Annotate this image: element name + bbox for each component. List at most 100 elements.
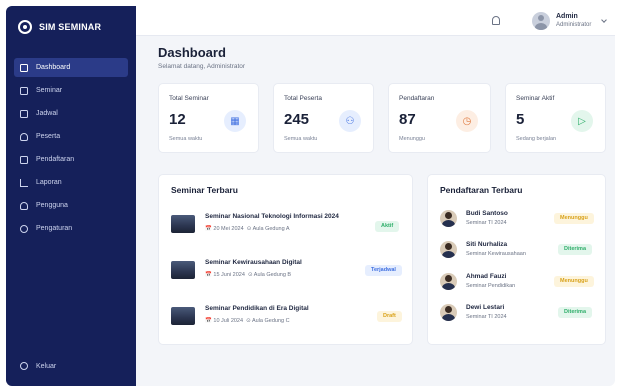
calendar-icon: ▦ [224,110,246,132]
page-title: Dashboard [158,45,226,60]
sidebar-item-label: Jadwal [36,110,58,117]
list-item[interactable]: Seminar Kewirausahaan Digital 📅 15 Juni … [171,259,403,289]
logout-icon [20,362,28,370]
sidebar-item-label: Dashboard [36,64,71,71]
seminar-thumbnail [171,215,195,233]
people-icon [20,132,28,141]
avatar [440,273,457,290]
registrant-seminar: Seminar Kewirausahaan [466,251,526,257]
stat-label: Total Seminar [169,95,209,102]
registrant-name: Siti Nurhaliza [466,241,508,248]
clipboard-icon [20,155,28,164]
status-badge: Diterima [558,244,593,255]
seminar-title: Seminar Pendidikan di Era Digital [205,305,309,312]
bell-icon[interactable] [492,16,500,25]
recent-registrations-panel: Pendaftaran Terbaru Budi Santoso Seminar… [427,174,606,345]
stat-value: 5 [516,111,525,128]
sidebar: SIM SEMINAR Dashboard Seminar Jadwal Pes… [6,6,136,386]
panel-title: Seminar Terbaru [171,185,238,195]
seminar-thumbnail [171,261,195,279]
list-item[interactable]: Budi Santoso Seminar TI 2024 Menunggu [440,210,600,236]
sidebar-item-pengaturan[interactable]: Pengaturan [14,219,128,238]
avatar [440,241,457,258]
stat-label: Pendaftaran [399,95,435,102]
grid-icon [20,63,28,72]
seminar-meta: 📅 10 Juli 2024 ⊙ Aula Gedung C [205,318,290,324]
stat-value: 12 [169,111,186,128]
registrant-name: Ahmad Fauzi [466,273,507,280]
registrant-name: Dewi Lestari [466,304,505,311]
seminar-meta: 📅 20 Mei 2024 ⊙ Aula Gedung A [205,226,290,232]
status-badge: Menunggu [554,276,594,287]
recent-seminars-panel: Seminar Terbaru Seminar Nasional Teknolo… [158,174,413,345]
gear-icon [20,224,28,233]
stat-note: Menunggu [399,136,425,142]
status-badge: Terjadwal [365,265,402,276]
list-item[interactable]: Seminar Pendidikan di Era Digital 📅 10 J… [171,305,403,335]
play-icon: ▷ [571,110,593,132]
sidebar-item-pengguna[interactable]: Pengguna [14,196,128,215]
brand[interactable]: SIM SEMINAR [18,20,101,34]
stat-note: Semua waktu [284,136,318,142]
registrant-name: Budi Santoso [466,210,508,217]
status-badge: Draft [377,311,402,322]
sidebar-item-laporan[interactable]: Laporan [14,173,128,192]
sidebar-item-label: Pendaftaran [36,156,75,163]
page-subtitle: Selamat datang, Administrator [158,63,246,70]
logo-icon [18,20,32,34]
avatar[interactable] [532,12,550,30]
stat-card-pendaftaran: Pendaftaran 87 Menunggu ◷ [388,83,491,153]
clock-icon: ◷ [456,110,478,132]
stat-note: Sedang berjalan [516,136,557,142]
status-badge: Diterima [558,307,593,318]
sidebar-item-pendaftaran[interactable]: Pendaftaran [14,150,128,169]
chevron-down-icon[interactable] [601,17,607,23]
seminar-meta: 📅 15 Juni 2024 ⊙ Aula Gedung B [205,272,292,278]
stat-card-total-seminar: Total Seminar 12 Semua waktu ▦ [158,83,259,153]
sidebar-item-jadwal[interactable]: Jadwal [14,104,128,123]
stat-card-total-peserta: Total Peserta 245 Semua waktu ⚇ [273,83,374,153]
sidebar-item-label: Peserta [36,133,61,140]
list-item[interactable]: Dewi Lestari Seminar TI 2024 Diterima [440,304,600,330]
clock-icon [20,109,28,118]
topbar: Admin Administrator [136,6,615,36]
people-icon: ⚇ [339,110,361,132]
user-menu[interactable]: Admin Administrator [556,13,591,28]
status-badge: Menunggu [554,213,594,224]
list-item[interactable]: Siti Nurhaliza Seminar Kewirausahaan Dit… [440,241,600,267]
registrant-seminar: Seminar TI 2024 [466,220,507,226]
sidebar-item-label: Pengguna [36,202,68,209]
user-name: Admin [556,13,578,20]
stat-card-seminar-aktif: Seminar Aktif 5 Sedang berjalan ▷ [505,83,606,153]
stat-label: Seminar Aktif [516,95,555,102]
logout-label: Keluar [36,362,57,370]
seminar-title: Seminar Kewirausahaan Digital [205,259,302,266]
avatar [440,210,457,227]
calendar-icon [20,86,28,95]
sidebar-item-dashboard[interactable]: Dashboard [14,58,128,77]
seminar-title: Seminar Nasional Teknologi Informasi 202… [205,213,339,220]
user-role: Administrator [556,22,592,28]
panel-title: Pendaftaran Terbaru [440,185,523,195]
stat-value: 245 [284,111,310,128]
user-icon [20,201,28,210]
sidebar-item-label: Seminar [36,87,63,94]
sidebar-item-label: Pengaturan [36,225,73,232]
stat-note: Semua waktu [169,136,203,142]
stat-label: Total Peserta [284,95,322,102]
stat-value: 87 [399,111,416,128]
sidebar-nav: Dashboard Seminar Jadwal Peserta Pendaft… [14,58,128,242]
registrant-seminar: Seminar Pendidikan [466,283,516,289]
seminar-thumbnail [171,307,195,325]
list-item[interactable]: Ahmad Fauzi Seminar Pendidikan Menunggu [440,273,600,299]
status-badge: Aktif [375,221,400,232]
sidebar-item-peserta[interactable]: Peserta [14,127,128,146]
brand-name: SIM SEMINAR [39,22,102,32]
avatar [440,304,457,321]
sidebar-item-seminar[interactable]: Seminar [14,81,128,100]
list-item[interactable]: Seminar Nasional Teknologi Informasi 202… [171,213,403,243]
registrant-seminar: Seminar TI 2024 [466,314,507,320]
chart-icon [20,178,28,187]
logout-button[interactable]: Keluar [20,362,56,370]
sidebar-item-label: Laporan [36,179,62,186]
